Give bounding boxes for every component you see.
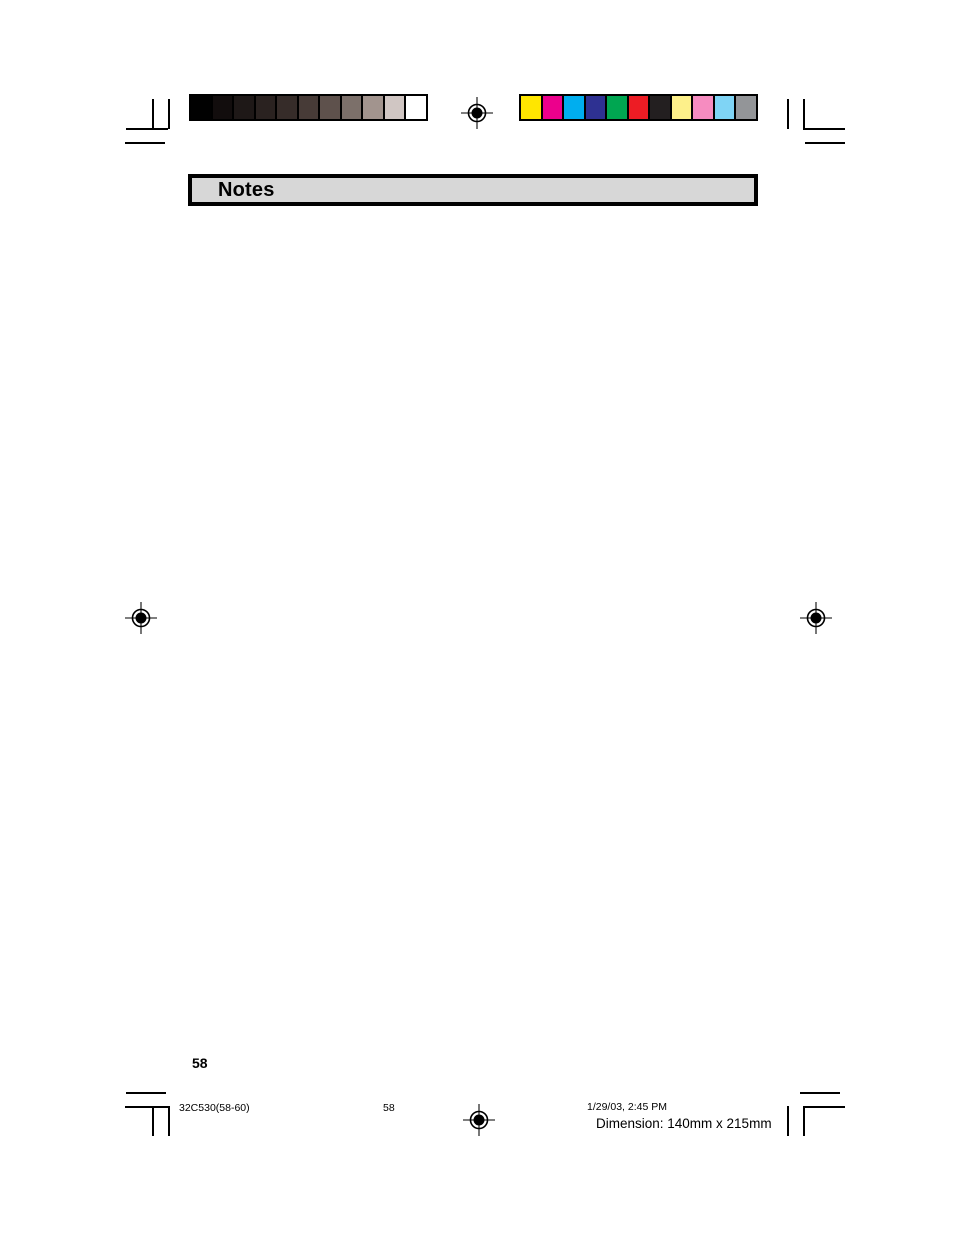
grayscale-swatch-7: [341, 96, 361, 119]
footer-dimension: Dimension: 140mm x 215mm: [596, 1116, 772, 1131]
color-swatch-5: [628, 96, 648, 119]
crop-mark-top-left-bleed-vertical: [168, 99, 170, 129]
color-swatch-1: [542, 96, 562, 119]
crop-mark-bottom-left-bleed-vertical: [168, 1106, 170, 1136]
color-swatch-7: [671, 96, 691, 119]
crop-mark-top-left-inner-horizontal: [126, 128, 168, 130]
color-swatch-6: [650, 96, 670, 119]
grayscale-swatch-5: [298, 96, 318, 119]
grayscale-swatch-8: [363, 96, 383, 119]
crop-mark-bottom-right-inner-vertical: [803, 1106, 805, 1136]
color-swatch-8: [693, 96, 713, 119]
grayscale-swatch-2: [234, 96, 254, 119]
footer-timestamp: 1/29/03, 2:45 PM: [587, 1101, 667, 1113]
crop-mark-top-left-outer-horizontal: [125, 142, 165, 144]
crop-mark-bottom-left-inner-vertical: [152, 1106, 154, 1136]
registration-target-top-center: [460, 96, 494, 130]
grayscale-step-wedge: [189, 94, 428, 121]
crop-mark-bottom-right-outer-horizontal: [800, 1092, 840, 1094]
crop-mark-bottom-left-inner-horizontal: [125, 1106, 168, 1108]
crop-mark-top-right-inner-horizontal: [803, 128, 845, 130]
grayscale-swatch-0: [191, 96, 211, 119]
color-swatch-0: [521, 96, 541, 119]
grayscale-swatch-6: [320, 96, 340, 119]
color-swatch-4: [607, 96, 627, 119]
registration-target-right-middle: [799, 601, 833, 635]
footer-file-slug: 32C530(58-60): [179, 1102, 250, 1114]
crop-mark-top-right-outer-horizontal: [805, 142, 845, 144]
color-swatch-10: [736, 96, 756, 119]
grayscale-swatch-10: [406, 96, 426, 119]
crop-mark-top-left-inner-vertical: [152, 99, 154, 129]
grayscale-swatch-1: [212, 96, 232, 119]
notes-writing-area: [188, 220, 758, 1040]
crop-mark-bottom-right-bleed-vertical: [787, 1106, 789, 1136]
color-swatch-2: [564, 96, 584, 119]
notes-section-banner: Notes: [188, 174, 758, 206]
registration-target-left-middle: [124, 601, 158, 635]
grayscale-swatch-9: [384, 96, 404, 119]
color-swatch-9: [714, 96, 734, 119]
crop-mark-top-right-bleed-vertical: [787, 99, 789, 129]
registration-target-bottom-center: [462, 1103, 496, 1137]
grayscale-swatch-3: [255, 96, 275, 119]
footer-page-slug: 58: [383, 1102, 395, 1114]
color-swatch-3: [585, 96, 605, 119]
crop-mark-bottom-right-inner-horizontal: [803, 1106, 845, 1108]
grayscale-swatch-4: [277, 96, 297, 119]
page-number: 58: [192, 1055, 208, 1071]
crop-mark-top-right-inner-vertical: [803, 99, 805, 129]
crop-mark-bottom-left-outer-horizontal: [126, 1092, 166, 1094]
page-title: Notes: [218, 179, 275, 201]
color-control-bar: [519, 94, 758, 121]
